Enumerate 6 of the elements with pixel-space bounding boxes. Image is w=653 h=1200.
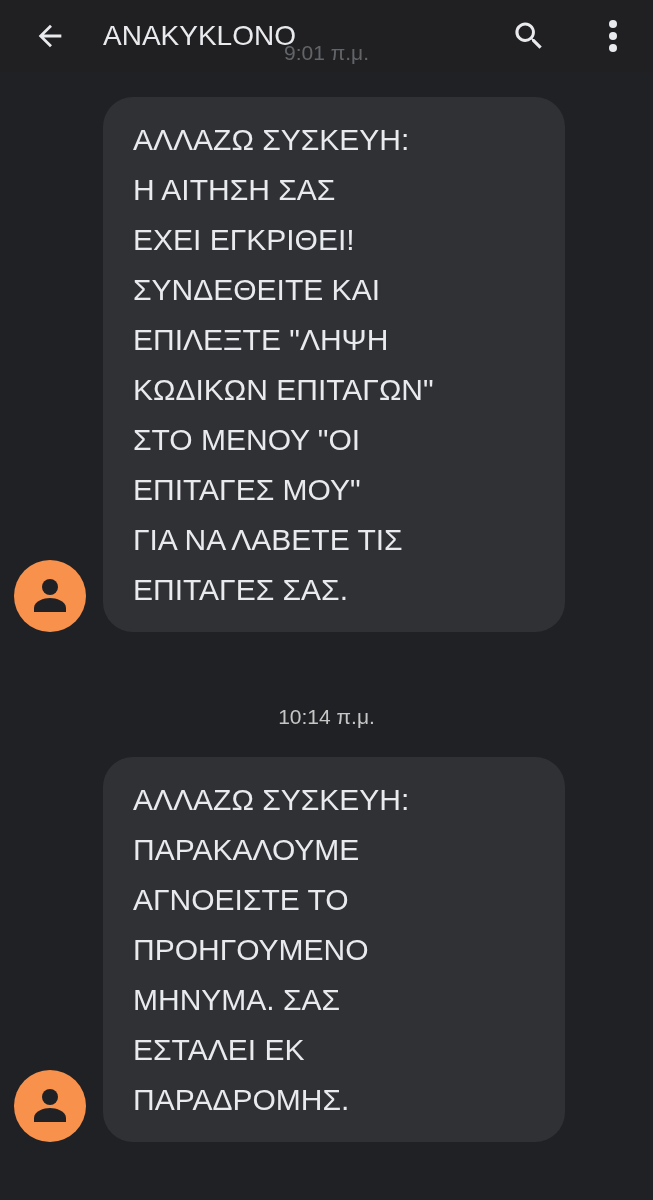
message-bubble[interactable]: ΑΛΛΑΖΩ ΣΥΣΚΕΥΗ: ΠΑΡΑΚΑΛΟΥΜΕ ΑΓΝΟΕΙΣΤΕ ΤΟ ΠΡΟΗΓΟΥΜΕΝΟ ΜΗΝΥΜΑ. ΣΑΣ ΕΣΤΑΛΕΙ ΕΚ ΠΑΡΑΔΡΟΜΗΣ. bbox=[103, 757, 565, 1142]
avatar-icon bbox=[14, 560, 86, 632]
avatar-icon bbox=[14, 1070, 86, 1142]
more-options-icon[interactable] bbox=[607, 18, 619, 54]
message-time: 10:14 π.μ. bbox=[278, 704, 375, 730]
message-bubble[interactable]: ΑΛΛΑΖΩ ΣΥΣΚΕΥΗ: Η ΑΙΤΗΣΗ ΣΑΣ ΕΧΕΙ ΕΓΚΡΙΘΕΙ! ΣΥΝΔΕΘΕΙΤΕ ΚΑΙ ΕΠΙΛΕΞΤΕ "ΛΗΨΗ ΚΩΔΙΚΩΝ ΕΠΙΤΑΓΩΝ" ΣΤΟ ΜΕΝΟΥ "ΟΙ ΕΠΙΤΑΓΕΣ ΜΟΥ" ΓΙΑ ΝΑ ΛΑΒΕΤΕ ΤΙΣ ΕΠΙΤΑΓΕΣ ΣΑΣ. bbox=[103, 97, 565, 632]
